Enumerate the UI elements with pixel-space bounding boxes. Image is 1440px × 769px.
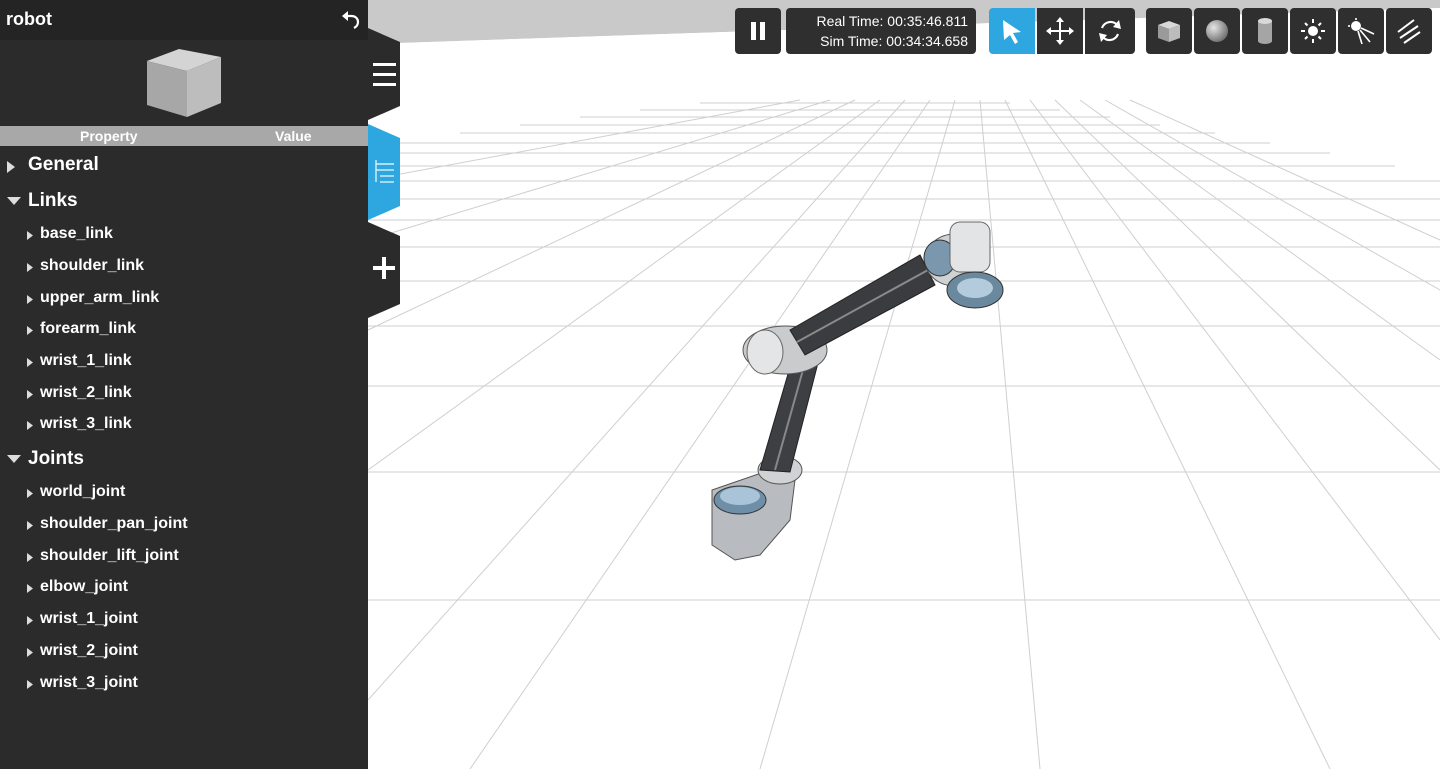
joint-item[interactable]: elbow_joint bbox=[0, 575, 368, 601]
directional-light-icon bbox=[1397, 19, 1421, 44]
panel-header: robot bbox=[0, 0, 368, 40]
chevron-right-icon bbox=[27, 390, 33, 399]
box-model-icon bbox=[147, 49, 221, 117]
rotate-icon bbox=[1099, 20, 1121, 42]
joint-item-label: shoulder_lift_joint bbox=[40, 547, 179, 564]
sphere-icon bbox=[1206, 20, 1228, 42]
link-item-label: wrist_2_link bbox=[40, 384, 132, 401]
link-item[interactable]: forearm_link bbox=[0, 317, 368, 343]
chevron-right-icon bbox=[27, 358, 33, 367]
section-links[interactable]: Links bbox=[0, 186, 368, 216]
model-inspector-panel: robot Property Value General Links base_… bbox=[0, 0, 368, 769]
section-joints[interactable]: Joints bbox=[0, 444, 368, 474]
section-general[interactable]: General bbox=[0, 150, 368, 180]
link-item[interactable]: wrist_3_link bbox=[0, 412, 368, 438]
chevron-right-icon bbox=[27, 326, 33, 335]
property-column-header: Property bbox=[80, 128, 138, 144]
chevron-right-icon bbox=[27, 648, 33, 657]
pause-icon bbox=[751, 22, 765, 40]
chevron-right-icon bbox=[27, 680, 33, 689]
link-item[interactable]: shoulder_link bbox=[0, 254, 368, 280]
sim-time-label: Sim Time: bbox=[820, 33, 883, 49]
point-light-icon bbox=[1301, 19, 1325, 43]
joint-item-label: elbow_joint bbox=[40, 578, 128, 595]
real-time-label: Real Time: bbox=[816, 13, 884, 29]
tab-insert[interactable] bbox=[368, 222, 400, 318]
chevron-right-icon bbox=[27, 616, 33, 625]
joint-item[interactable]: shoulder_pan_joint bbox=[0, 512, 368, 538]
tab-tree[interactable] bbox=[368, 124, 400, 220]
chevron-down-icon bbox=[7, 455, 21, 463]
chevron-right-icon bbox=[27, 521, 33, 530]
link-item[interactable]: wrist_1_link bbox=[0, 349, 368, 375]
link-item[interactable]: base_link bbox=[0, 222, 368, 248]
link-item-label: shoulder_link bbox=[40, 257, 145, 274]
link-item[interactable]: wrist_2_link bbox=[0, 381, 368, 407]
section-general-label: General bbox=[28, 154, 99, 175]
chevron-right-icon bbox=[27, 584, 33, 593]
insert-cylinder-button[interactable] bbox=[1242, 8, 1288, 54]
value-column-header: Value bbox=[275, 128, 312, 144]
select-arrow-icon bbox=[1003, 20, 1021, 44]
joint-item-label: world_joint bbox=[40, 483, 126, 500]
joint-item[interactable]: wrist_2_joint bbox=[0, 639, 368, 665]
spot-light-icon bbox=[1348, 18, 1375, 45]
cylinder-icon bbox=[1258, 18, 1272, 44]
joint-item[interactable]: wrist_3_joint bbox=[0, 671, 368, 697]
insert-point-light-button[interactable] bbox=[1290, 8, 1336, 54]
joint-item-label: shoulder_pan_joint bbox=[40, 515, 188, 532]
translate-mode-button[interactable] bbox=[1037, 8, 1083, 54]
insert-directional-light-button[interactable] bbox=[1386, 8, 1432, 54]
time-display: Real Time: 00:35:46.811 Sim Time: 00:34:… bbox=[786, 8, 976, 54]
pause-button[interactable] bbox=[735, 8, 781, 54]
chevron-right-icon bbox=[27, 231, 33, 240]
chevron-down-icon bbox=[7, 197, 21, 205]
section-joints-label: Joints bbox=[28, 448, 84, 469]
link-item-label: base_link bbox=[40, 225, 113, 242]
insert-box-button[interactable] bbox=[1146, 8, 1192, 54]
chevron-right-icon bbox=[27, 421, 33, 430]
chevron-right-icon bbox=[27, 295, 33, 304]
select-mode-button[interactable] bbox=[989, 8, 1035, 54]
real-time-value: 00:35:46.811 bbox=[887, 13, 968, 29]
rotate-mode-button[interactable] bbox=[1085, 8, 1135, 54]
joint-item-label: wrist_3_joint bbox=[40, 674, 138, 691]
box-icon bbox=[1158, 21, 1180, 42]
joint-item[interactable]: wrist_1_joint bbox=[0, 607, 368, 633]
translate-icon bbox=[1046, 17, 1074, 45]
model-name: robot bbox=[6, 9, 52, 29]
section-links-label: Links bbox=[28, 190, 78, 211]
joint-item-label: wrist_1_joint bbox=[40, 610, 138, 627]
joint-item[interactable]: world_joint bbox=[0, 480, 368, 506]
link-item-label: forearm_link bbox=[40, 320, 137, 337]
chevron-right-icon bbox=[27, 553, 33, 562]
chevron-right-icon bbox=[27, 263, 33, 272]
link-item[interactable]: upper_arm_link bbox=[0, 286, 368, 312]
insert-sphere-button[interactable] bbox=[1194, 8, 1240, 54]
model-thumbnail-area bbox=[0, 40, 368, 126]
undo-icon[interactable] bbox=[340, 8, 362, 30]
link-item-label: wrist_3_link bbox=[40, 415, 132, 432]
tab-menu[interactable] bbox=[368, 28, 400, 120]
link-item-label: wrist_1_link bbox=[40, 352, 132, 369]
sim-time-value: 00:34:34.658 bbox=[886, 33, 968, 49]
chevron-right-icon bbox=[7, 161, 15, 173]
property-table-header: Property Value bbox=[0, 126, 368, 146]
joint-item-label: wrist_2_joint bbox=[40, 642, 138, 659]
insert-spot-light-button[interactable] bbox=[1338, 8, 1384, 54]
link-item-label: upper_arm_link bbox=[40, 289, 160, 306]
chevron-right-icon bbox=[27, 489, 33, 498]
joint-item[interactable]: shoulder_lift_joint bbox=[0, 544, 368, 570]
